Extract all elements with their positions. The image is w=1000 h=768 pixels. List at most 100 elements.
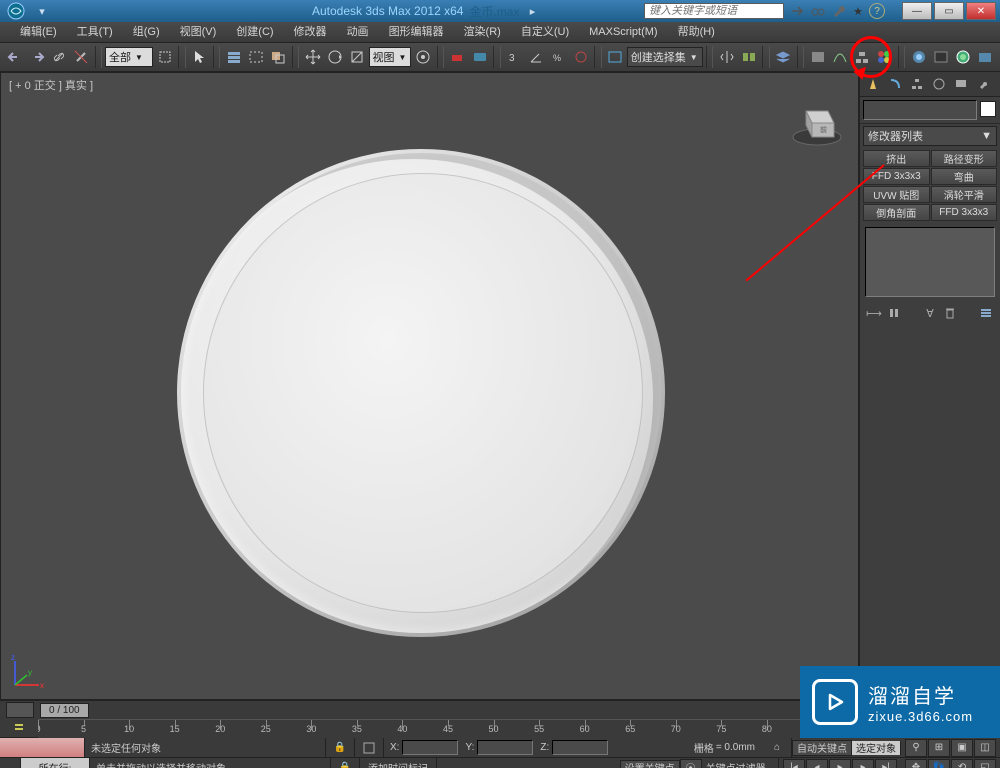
mod-btn-bevel[interactable]: 倒角剖面 xyxy=(863,204,930,221)
nav-orbit-icon[interactable]: ⟲ xyxy=(951,759,973,768)
maxscript-mini-listener-grip[interactable] xyxy=(0,758,21,768)
nav-zoom-icon[interactable]: ⚲ xyxy=(905,739,927,757)
edit-named-sel-icon[interactable] xyxy=(605,45,626,69)
render-setup-icon[interactable] xyxy=(908,45,929,69)
show-end-result-icon[interactable] xyxy=(886,305,902,321)
menu-animation[interactable]: 动画 xyxy=(337,22,379,42)
object-color-swatch[interactable] xyxy=(980,101,996,117)
undo-icon[interactable] xyxy=(4,45,25,69)
z-coord-input[interactable] xyxy=(552,740,608,755)
wrench-icon[interactable] xyxy=(829,2,847,20)
search-submit-icon[interactable] xyxy=(789,2,807,20)
select-region-icon[interactable] xyxy=(245,45,266,69)
mod-btn-extrude[interactable]: 挤出 xyxy=(863,150,930,167)
remove-modifier-icon[interactable] xyxy=(942,305,958,321)
selection-filter-dropdown[interactable]: 全部▼ xyxy=(105,47,153,67)
tab-display-icon[interactable] xyxy=(951,75,971,93)
title-dropdown-icon[interactable]: ▸ xyxy=(523,5,541,18)
angle-snap-icon[interactable] xyxy=(526,45,547,69)
mirror-icon[interactable] xyxy=(716,45,737,69)
maximize-button[interactable]: ▭ xyxy=(934,2,964,20)
snap-toggle-icon[interactable]: 3 xyxy=(504,45,525,69)
menu-help[interactable]: 帮助(H) xyxy=(668,22,725,42)
prev-frame-icon[interactable]: ◂ xyxy=(806,759,828,768)
menu-views[interactable]: 视图(V) xyxy=(170,22,227,42)
tab-motion-icon[interactable] xyxy=(929,75,949,93)
app-logo-icon[interactable] xyxy=(4,1,28,21)
autokey-button[interactable]: 自动关键点 xyxy=(792,740,852,756)
make-unique-icon[interactable]: ∀ xyxy=(922,305,938,321)
mod-btn-bend[interactable]: 弯曲 xyxy=(931,168,998,185)
y-coord-input[interactable] xyxy=(477,740,533,755)
nav-walk-icon[interactable]: 👣 xyxy=(928,759,950,768)
time-slider-handle[interactable]: 0 / 100 xyxy=(40,703,89,718)
modifier-stack[interactable] xyxy=(865,227,995,297)
x-coord-input[interactable] xyxy=(402,740,458,755)
rendered-frame-icon[interactable] xyxy=(930,45,951,69)
setkey-button[interactable]: 设置关键点 xyxy=(620,760,680,768)
render-iterative-icon[interactable] xyxy=(975,45,996,69)
nav-zoomextents-icon[interactable]: ▣ xyxy=(951,739,973,757)
viewcube[interactable]: 前 xyxy=(790,95,844,149)
add-time-tag-button[interactable]: 添加时间标记 xyxy=(360,758,437,768)
menu-modifiers[interactable]: 修改器 xyxy=(284,22,337,42)
help-search-input[interactable] xyxy=(644,3,784,19)
goto-end-icon[interactable]: ▸| xyxy=(875,759,897,768)
layer-manager-icon[interactable] xyxy=(773,45,794,69)
app-menu-arrow-icon[interactable]: ▾ xyxy=(33,2,51,20)
scale-icon[interactable] xyxy=(346,45,367,69)
time-config-icon[interactable]: ⌂ xyxy=(763,738,792,757)
select-object-icon[interactable] xyxy=(154,45,175,69)
window-crossing-icon[interactable] xyxy=(267,45,288,69)
key-filters-button[interactable]: 关键点过滤器... xyxy=(702,758,779,768)
material-editor-icon[interactable] xyxy=(874,45,895,69)
menu-edit[interactable]: 编辑(E) xyxy=(10,22,67,42)
isolate-lock-icon[interactable]: 🔒 xyxy=(331,758,360,768)
mod-btn-ffd333b[interactable]: FFD 3x3x3 xyxy=(931,204,998,221)
graphite-ribbon-icon[interactable] xyxy=(807,45,828,69)
rotate-icon[interactable] xyxy=(324,45,345,69)
mod-btn-uvwmap[interactable]: UVW 贴图 xyxy=(863,186,930,203)
nav-maxtoggle-icon[interactable]: ◱ xyxy=(974,759,996,768)
menu-group[interactable]: 组(G) xyxy=(123,22,170,42)
favorite-star-icon[interactable]: ★ xyxy=(849,2,867,20)
setkey-large-button[interactable]: ⦿ xyxy=(680,759,702,768)
menu-render[interactable]: 渲染(R) xyxy=(454,22,511,42)
cursor-icon[interactable] xyxy=(189,45,210,69)
trackbar-menu-icon[interactable] xyxy=(6,720,32,734)
link-icon[interactable] xyxy=(48,45,69,69)
pin-stack-icon[interactable]: ⟼ xyxy=(866,305,882,321)
use-center-icon[interactable] xyxy=(412,45,433,69)
mod-btn-turbosmooth[interactable]: 涡轮平滑 xyxy=(931,186,998,203)
minimize-button[interactable]: — xyxy=(902,2,932,20)
configure-sets-icon[interactable] xyxy=(978,305,994,321)
render-production-icon[interactable] xyxy=(953,45,974,69)
named-selection-dropdown[interactable]: 创建选择集▼ xyxy=(627,47,703,67)
spinner-snap-icon[interactable] xyxy=(570,45,591,69)
nav-fov-icon[interactable]: ◫ xyxy=(974,739,996,757)
move-icon[interactable] xyxy=(302,45,323,69)
ref-coord-dropdown[interactable]: 视图▼ xyxy=(369,47,412,67)
mod-btn-ffd333a[interactable]: FFD 3x3x3 xyxy=(863,168,930,185)
object-name-field[interactable] xyxy=(863,100,977,120)
mod-btn-pathdeform[interactable]: 路径变形 xyxy=(931,150,998,167)
tab-create-icon[interactable] xyxy=(863,75,883,93)
tab-hierarchy-icon[interactable] xyxy=(907,75,927,93)
curve-editor-icon[interactable] xyxy=(829,45,850,69)
tab-utilities-icon[interactable] xyxy=(973,75,993,93)
menu-tools[interactable]: 工具(T) xyxy=(67,22,123,42)
select-manipulate-icon[interactable] xyxy=(447,45,468,69)
coord-display-icon[interactable] xyxy=(355,738,384,757)
menu-create[interactable]: 创建(C) xyxy=(226,22,283,42)
keyboard-shortcut-icon[interactable] xyxy=(469,45,490,69)
selected-key-mode[interactable]: 选定对象 xyxy=(852,741,901,755)
goto-start-icon[interactable]: |◂ xyxy=(783,759,805,768)
line-button[interactable]: 所在行: xyxy=(21,758,90,768)
menu-graph[interactable]: 图形编辑器 xyxy=(379,22,454,42)
modifier-list-dropdown[interactable]: 修改器列表▼ xyxy=(863,126,997,146)
menu-maxscript[interactable]: MAXScript(M) xyxy=(579,22,667,42)
viewport-label[interactable]: [ + 0 正交 ] 真实 ] xyxy=(9,77,93,93)
time-slider-grip-icon[interactable] xyxy=(6,702,34,718)
schematic-view-icon[interactable] xyxy=(852,45,873,69)
close-button[interactable]: ✕ xyxy=(966,2,996,20)
